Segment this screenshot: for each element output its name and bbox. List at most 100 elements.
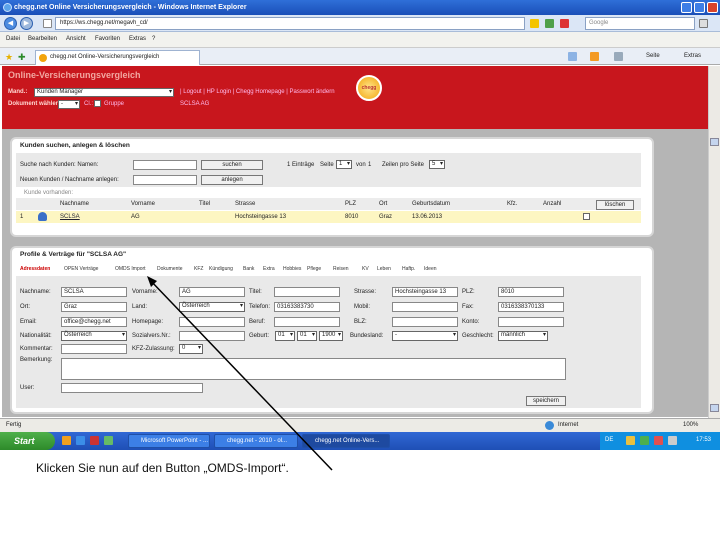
create-button[interactable]: anlegen (201, 175, 263, 185)
tab-hobbies[interactable]: Hobbies (283, 266, 301, 272)
search-button[interactable]: suchen (201, 160, 263, 170)
homepage-input[interactable] (179, 317, 245, 327)
scroll-up-icon[interactable] (710, 138, 719, 146)
home-icon[interactable] (568, 52, 577, 61)
menu-bearbeiten[interactable]: Bearbeiten (28, 36, 57, 42)
close-button[interactable] (707, 2, 718, 13)
vorname-input[interactable]: AG (179, 287, 245, 297)
taskbar-powerpoint[interactable]: Microsoft PowerPoint - ... (128, 434, 210, 448)
tab-active[interactable]: chegg.net Online-Versicherungsvergleich (35, 50, 200, 65)
telefon-input[interactable]: 03163383730 (274, 302, 340, 312)
svnr-input[interactable] (179, 331, 245, 341)
beruf-input[interactable] (274, 317, 340, 327)
start-button[interactable]: Start (0, 432, 55, 450)
quicklaunch-ie-icon[interactable] (76, 436, 85, 445)
tab-kfz[interactable]: KFZ (194, 266, 203, 272)
tray-icon-1[interactable] (626, 436, 635, 445)
forward-icon[interactable]: ▶ (20, 17, 33, 30)
tab-haftp[interactable]: Haftp. (402, 266, 415, 272)
email-input[interactable]: office@chegg.net (61, 317, 127, 327)
tab-extra[interactable]: Extra (263, 266, 275, 272)
tab-open-vertraege[interactable]: OPEN Verträge (64, 266, 98, 272)
feeds-icon[interactable] (590, 52, 599, 61)
quicklaunch-app-icon[interactable] (90, 436, 99, 445)
geschlecht-select[interactable]: männlich (498, 331, 548, 341)
fax-input[interactable]: 0316338370133 (498, 302, 564, 312)
kommentar-input[interactable] (61, 344, 127, 354)
page-menu[interactable]: Seite (646, 53, 660, 59)
mobil-input[interactable] (392, 302, 458, 312)
document-select[interactable]: - (58, 100, 80, 109)
col-plz: PLZ (345, 201, 357, 207)
tab-kuendigung[interactable]: Kündigung (209, 266, 233, 272)
blz-input[interactable] (392, 317, 458, 327)
stop-icon[interactable] (560, 19, 569, 28)
plz-input[interactable]: 8010 (498, 287, 564, 297)
col-anzahl: Anzahl (543, 201, 562, 207)
language-indicator[interactable]: DE (605, 437, 613, 443)
header-links[interactable]: | Logout | HP Login | Chegg Homepage | P… (180, 89, 335, 95)
taskbar-chegg-outlook[interactable]: chegg.net - 2010 - ol... (214, 434, 298, 448)
maximize-button[interactable] (694, 2, 705, 13)
search-icon[interactable] (699, 19, 708, 28)
row-checkbox[interactable] (583, 213, 590, 220)
bemerkung-textarea[interactable] (61, 358, 566, 380)
tab-adressdaten[interactable]: Adressdaten (20, 266, 50, 272)
menu-datei[interactable]: Datei (6, 36, 20, 42)
tab-ideen[interactable]: Ideen (424, 266, 437, 272)
scroll-down-icon[interactable] (710, 404, 719, 412)
konto-input[interactable] (498, 317, 564, 327)
new-client-input[interactable] (133, 175, 197, 185)
volume-icon[interactable] (668, 436, 677, 445)
extras-menu[interactable]: Extras (684, 53, 701, 59)
menu-extras[interactable]: Extras (129, 36, 146, 42)
titel-input[interactable] (274, 287, 340, 297)
back-icon[interactable]: ◀ (4, 17, 17, 30)
print-icon[interactable] (614, 52, 623, 61)
delete-button[interactable]: löschen (596, 200, 634, 210)
geburt-day-select[interactable]: 01 (275, 331, 295, 341)
cl-checkbox[interactable] (94, 100, 101, 107)
geburt-year-select[interactable]: 1900 (319, 331, 343, 341)
kfz-zulassung-select[interactable]: 0 (179, 344, 203, 354)
ort-input[interactable]: Graz (61, 302, 127, 312)
tab-reisen[interactable]: Reisen (333, 266, 349, 272)
menu-help[interactable]: ? (152, 36, 155, 42)
taskbar-chegg-browser[interactable]: chegg.net Online-Vers... (302, 434, 390, 448)
row-nachname[interactable]: SCLSA (60, 214, 80, 220)
search-input[interactable]: Google (585, 17, 695, 30)
rows-per-page-select[interactable]: 5 (429, 160, 445, 169)
quicklaunch-folder-icon[interactable] (62, 436, 71, 445)
menu-favoriten[interactable]: Favoriten (95, 36, 120, 42)
refresh-icon[interactable] (545, 19, 554, 28)
add-favorites-icon[interactable]: ✚ (18, 52, 26, 63)
bundesland-select[interactable]: - (392, 331, 458, 341)
person-icon[interactable] (38, 212, 47, 221)
save-button[interactable]: speichern (526, 396, 566, 406)
geburt-month-select[interactable]: 01 (297, 331, 317, 341)
tab-bank[interactable]: Bank (243, 266, 254, 272)
tab-leben[interactable]: Leben (377, 266, 391, 272)
tab-dokumente[interactable]: Dokumente (157, 266, 183, 272)
mand-select[interactable]: Kunden Manager (34, 88, 174, 97)
url-input[interactable]: https://ws.chegg.net/megavh_cd/ (55, 17, 525, 30)
tab-kv[interactable]: KV (362, 266, 369, 272)
favorites-star-icon[interactable]: ★ (5, 52, 13, 63)
search-name-input[interactable] (133, 160, 197, 170)
strasse-input[interactable]: Hochsteingasse 13 (392, 287, 458, 297)
minimize-button[interactable] (681, 2, 692, 13)
quicklaunch-desktop-icon[interactable] (104, 436, 113, 445)
menu-ansicht[interactable]: Ansicht (66, 36, 86, 42)
page-select[interactable]: 1 (336, 160, 352, 169)
tray-icon-3[interactable] (654, 436, 663, 445)
nachname-input[interactable]: SCLSA (61, 287, 127, 297)
land-select[interactable]: Österreich (179, 302, 245, 312)
zoom-level[interactable]: 100% (683, 422, 698, 428)
tray-icon-2[interactable] (640, 436, 649, 445)
tab-pflege[interactable]: Pflege (307, 266, 321, 272)
table-row[interactable] (16, 211, 641, 223)
vertical-scrollbar[interactable] (708, 66, 720, 418)
user-input[interactable] (61, 383, 203, 393)
tab-omds-import[interactable]: OMDS Import (115, 266, 146, 272)
nationalitaet-select[interactable]: Österreich (61, 331, 127, 341)
